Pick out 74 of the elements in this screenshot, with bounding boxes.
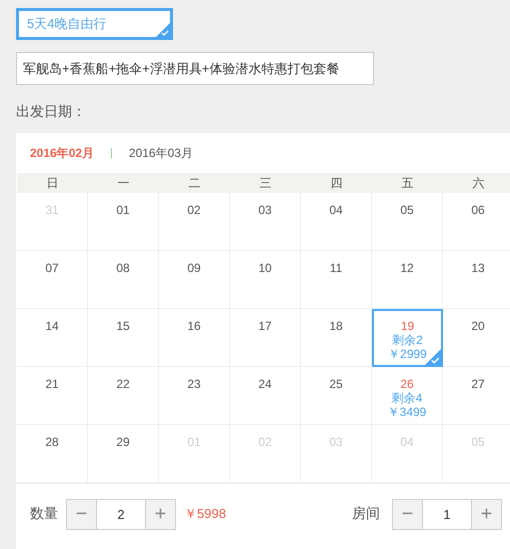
day-number: 11 (330, 261, 342, 275)
day-number: 05 (400, 203, 414, 217)
day-cell[interactable]: 25 (301, 367, 372, 425)
stock-text: 剩余2 (392, 333, 423, 347)
day-number: 16 (187, 319, 201, 333)
day-number: 21 (45, 377, 59, 391)
day-number: 12 (400, 261, 414, 275)
day-cell[interactable]: 11 (301, 251, 372, 309)
weekday-header: 六 (472, 174, 486, 192)
day-cell[interactable]: 24 (230, 367, 301, 425)
day-number: 06 (471, 203, 485, 217)
day-number: 04 (329, 203, 343, 217)
day-cell[interactable]: 28 (17, 425, 88, 483)
day-cell[interactable]: 01 (88, 193, 159, 251)
weekday-header: 四 (330, 174, 344, 192)
day-cell[interactable]: 18 (301, 309, 372, 367)
weekday-header: 一 (116, 174, 130, 192)
weekday-header: 五 (400, 174, 414, 192)
day-number: 25 (329, 377, 343, 391)
day-cell[interactable]: 16 (159, 309, 230, 367)
total-price: ￥5998 (184, 505, 226, 523)
day-cell[interactable]: 03 (230, 193, 301, 251)
quantity-field[interactable]: 2 (97, 498, 145, 530)
check-icon (425, 349, 441, 365)
day-cell[interactable]: 02 (159, 193, 230, 251)
day-number: 28 (45, 435, 59, 449)
day-cell[interactable]: 09 (159, 251, 230, 309)
day-number: 17 (258, 319, 272, 333)
separator: | (110, 147, 113, 159)
day-number: 08 (116, 261, 130, 275)
weekday-header: 二 (188, 174, 202, 192)
day-number: 09 (187, 261, 201, 275)
day-number: 13 (471, 261, 485, 275)
stock-text: 剩余4 (392, 391, 422, 405)
day-number: 22 (116, 377, 130, 391)
day-number: 18 (329, 319, 343, 333)
day-number: 23 (187, 377, 201, 391)
day-number: 20 (471, 319, 485, 333)
day-number: 19 (400, 319, 414, 333)
day-cell[interactable]: 07 (17, 251, 88, 309)
day-number: 01 (116, 203, 130, 217)
day-cell[interactable]: 23 (159, 367, 230, 425)
day-cell[interactable]: 14 (17, 309, 88, 367)
weekday-header: 日 (46, 174, 60, 192)
day-number: 26 (400, 377, 414, 391)
price-text: ￥2999 (388, 347, 427, 361)
check-icon (156, 23, 170, 37)
weekday-header: 三 (258, 174, 272, 192)
date-label: 出发日期： (16, 103, 87, 121)
day-cell[interactable]: 17 (230, 309, 301, 367)
day-cell[interactable]: 05 (372, 193, 443, 251)
day-cell[interactable]: 12 (372, 251, 443, 309)
day-cell[interactable]: 22 (88, 367, 159, 425)
day-cell[interactable]: 04 (301, 193, 372, 251)
day-cell[interactable]: 08 (88, 251, 159, 309)
day-number: 07 (45, 261, 59, 275)
day-number: 03 (258, 203, 272, 217)
rooms-label: 房间 (352, 505, 380, 523)
day-number: 24 (258, 377, 272, 391)
price-text: ￥3499 (388, 405, 426, 419)
day-number: 10 (258, 261, 272, 275)
rooms-field[interactable]: 1 (423, 498, 471, 530)
day-cell[interactable]: 21 (17, 367, 88, 425)
day-number: 15 (116, 319, 130, 333)
package-option[interactable]: 军舰岛+香蕉船+拖伞+浮潜用具+体验潜水特惠打包套餐 (16, 52, 374, 85)
day-number: 02 (187, 203, 201, 217)
day-number: 14 (45, 319, 59, 333)
day-number: 29 (116, 435, 130, 449)
day-cell[interactable]: 15 (88, 309, 159, 367)
quantity-label: 数量 (30, 505, 58, 523)
day-cell[interactable]: 10 (230, 251, 301, 309)
day-number: 27 (471, 377, 485, 391)
day-cell[interactable]: 29 (88, 425, 159, 483)
month-tab[interactable]: 2016年03月 (128, 144, 193, 162)
